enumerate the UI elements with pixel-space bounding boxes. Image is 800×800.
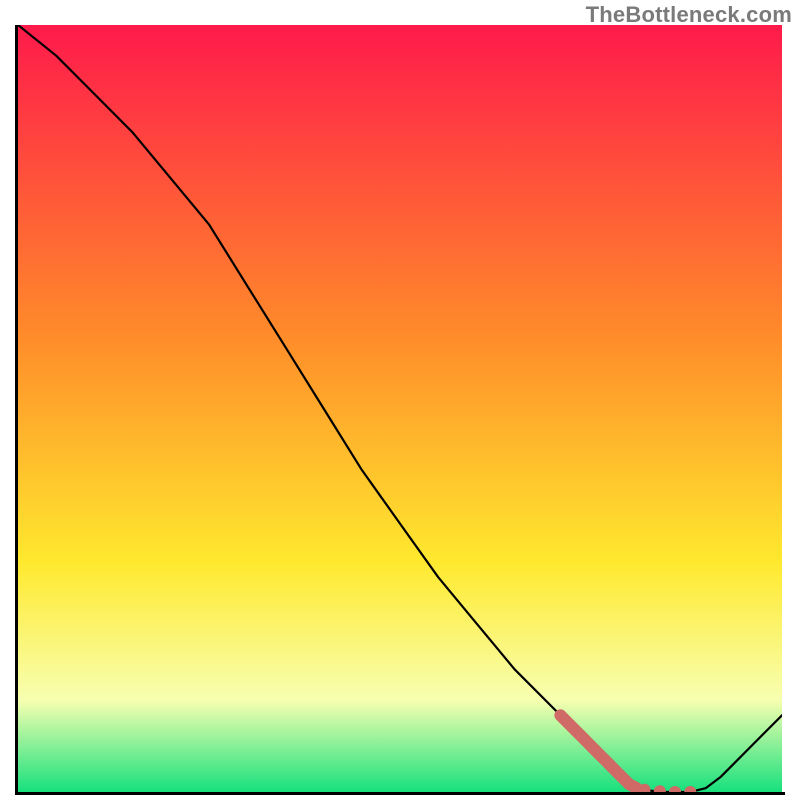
chart-container: TheBottleneck.com [0, 0, 800, 800]
attribution-text: TheBottleneck.com [586, 2, 792, 28]
highlight-markers [18, 25, 782, 792]
